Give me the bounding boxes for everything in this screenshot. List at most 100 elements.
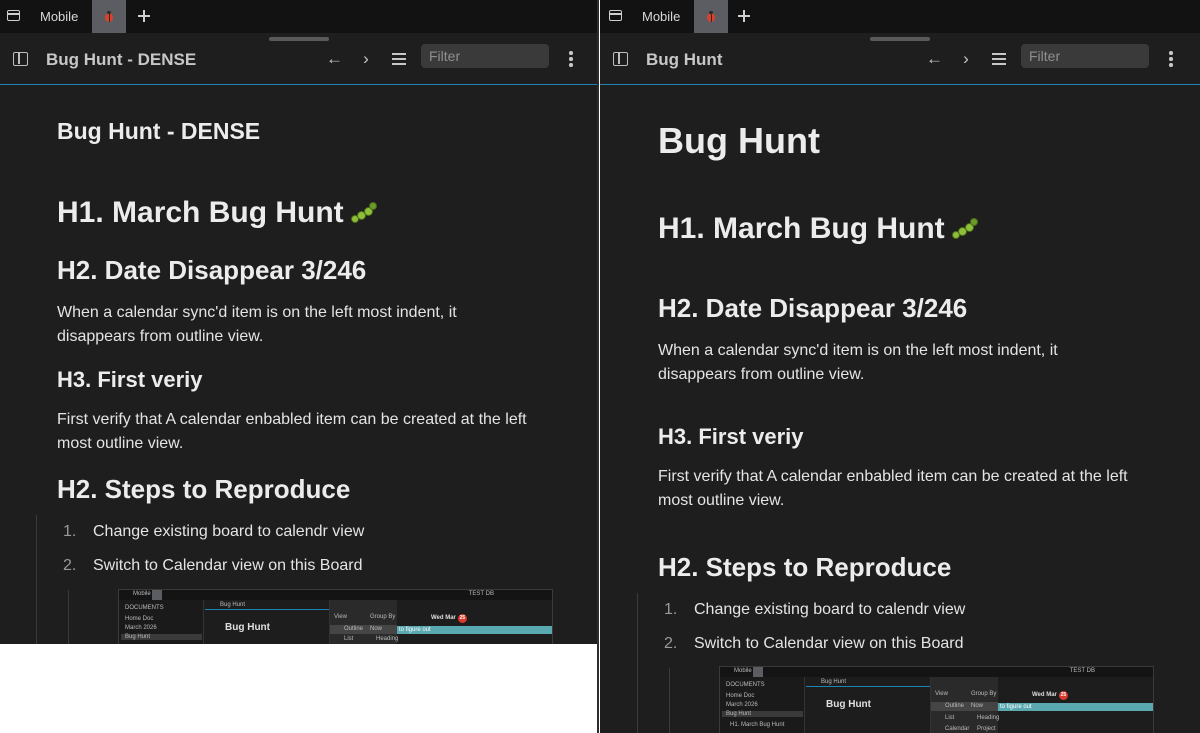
shot-doc-bar: Bug Hunt [821, 679, 847, 685]
left-pane: Mobile Bug Hunt - DENSE ← › Bug Hunt - D… [0, 0, 598, 644]
shot-doc-item: March 2026 [125, 625, 157, 631]
shot-tab-label: Mobile [133, 591, 151, 597]
tab-mobile[interactable]: Mobile [642, 9, 680, 24]
heading-2-steps: H2. Steps to Reproduce [658, 552, 952, 582]
shot-view-selected [931, 702, 998, 711]
shot-day-label: Wed Mar [1032, 692, 1057, 698]
shot-doc-title: Bug Hunt [826, 699, 871, 710]
shot-view-name: Calendar [945, 726, 970, 732]
heading-1: H1. March Bug Hunt [658, 212, 979, 246]
shot-doc-item: Home Doc [726, 693, 755, 699]
outline-list-icon[interactable] [392, 53, 406, 65]
tab-bug-hunt[interactable] [694, 0, 728, 33]
paragraph-verify: First verify that A calendar enbabled it… [57, 411, 527, 452]
shot-db-label: TEST DB [1069, 668, 1095, 674]
list-item[interactable]: 2. Switch to Calendar view on this Board [63, 557, 362, 575]
page-title: Bug Hunt - DENSE [57, 118, 261, 144]
doc-toolbar: Bug Hunt - DENSE ← › [0, 33, 598, 85]
new-tab-icon[interactable] [138, 9, 150, 23]
shot-doc: Bug Hunt Bug Hunt [205, 600, 329, 644]
shot-doc-item: H1. March Bug Hunt [730, 722, 785, 728]
drag-handle[interactable] [870, 37, 930, 41]
list-item-text: Change existing board to calendr view [93, 523, 365, 540]
shot-doc-item: Bug Hunt [121, 634, 202, 640]
shot-view-group: Heading [376, 636, 399, 642]
drag-handle[interactable] [269, 37, 329, 41]
list-number: 1. [63, 523, 77, 540]
shot-calendar: Wed Mar 25 to figure out [397, 600, 552, 644]
new-tab-icon[interactable] [738, 9, 750, 23]
filter-input[interactable] [1021, 44, 1149, 68]
more-menu-icon[interactable] [1169, 51, 1173, 67]
paragraph-date: When a calendar sync'd item is on the le… [57, 304, 457, 345]
pane-divider [597, 0, 599, 733]
right-pane: Mobile Bug Hunt ← › Bug Hunt H1. March B… [600, 0, 1200, 733]
tab-bug-hunt[interactable] [92, 0, 126, 33]
caterpillar-icon [951, 217, 979, 243]
shot-doc-title: Bug Hunt [225, 622, 270, 633]
doc-title: Bug Hunt - DENSE [46, 50, 197, 69]
list-number: 2. [63, 557, 77, 574]
heading-1: H1. March Bug Hunt [57, 196, 378, 230]
sidebar-toggle-icon[interactable] [13, 52, 28, 66]
shot-tab-label: Mobile [734, 668, 752, 674]
shot-view-selected [330, 625, 397, 634]
outline-list-icon[interactable] [992, 53, 1006, 65]
back-arrow-icon[interactable]: ← [326, 50, 343, 68]
heading-2-date: H2. Date Disappear 3/246 [57, 255, 367, 285]
page-title: Bug Hunt [658, 120, 820, 161]
shot-sidebar: DOCUMENTS Home Doc March 2026 Bug Hunt H… [720, 677, 805, 733]
indent-guide [36, 515, 37, 644]
shot-day-label: Wed Mar [431, 615, 456, 621]
forward-chevron-icon[interactable]: › [358, 50, 374, 68]
list-item[interactable]: 2. Switch to Calendar view on this Board [664, 635, 963, 653]
shot-group-header: Group By [370, 614, 396, 620]
heading-3-verify: H3. First veriy [57, 367, 203, 392]
shot-tab-active [753, 667, 763, 677]
shot-view-name: Outline [945, 703, 965, 709]
shot-views: View Group By Outline Now List Heading C… [930, 677, 1000, 733]
doc-title: Bug Hunt [646, 50, 723, 69]
more-menu-icon[interactable] [569, 51, 573, 67]
shot-doc-item: Bug Hunt [722, 711, 803, 717]
shot-views: View Group By Outline Now List Heading [329, 600, 399, 644]
window-icon[interactable] [609, 10, 622, 21]
shot-calendar: Wed Mar 25 to figure out [998, 677, 1153, 733]
shot-sidebar: DOCUMENTS Home Doc March 2026 Bug Hunt [119, 600, 204, 644]
doc-toolbar: Bug Hunt ← › [600, 33, 1200, 85]
ladybug-icon [706, 11, 716, 22]
shot-day-badge: 25 [457, 614, 467, 623]
shot-doc-bar: Bug Hunt [220, 602, 246, 608]
forward-chevron-icon[interactable]: › [958, 50, 974, 68]
list-number: 1. [664, 601, 678, 618]
tab-strip: Mobile [0, 0, 598, 33]
paragraph-date: When a calendar sync'd item is on the le… [658, 342, 1058, 383]
window-icon[interactable] [7, 10, 20, 21]
shot-view-header: View [935, 691, 948, 697]
shot-view-header: View [334, 614, 347, 620]
list-item[interactable]: 1. Change existing board to calendr view [63, 523, 364, 541]
paragraph-verify: First verify that A calendar enbabled it… [658, 468, 1128, 509]
list-item-text: Switch to Calendar view on this Board [93, 557, 363, 574]
list-number: 2. [664, 635, 678, 652]
indent-guide [637, 593, 638, 733]
heading-2-steps: H2. Steps to Reproduce [57, 474, 351, 504]
tab-mobile[interactable]: Mobile [40, 9, 78, 24]
list-item[interactable]: 1. Change existing board to calendr view [664, 601, 965, 619]
sidebar-toggle-icon[interactable] [613, 52, 628, 66]
shot-doc-item: March 2026 [726, 702, 758, 708]
heading-3-verify: H3. First veriy [658, 424, 804, 449]
heading-1-text: H1. March Bug Hunt [57, 196, 344, 229]
back-arrow-icon[interactable]: ← [926, 50, 943, 68]
shot-tab-active [152, 590, 162, 600]
embedded-screenshot: Mobile TEST DB DOCUMENTS Home Doc March 2… [719, 666, 1154, 733]
shot-event: to figure out [397, 626, 552, 634]
shot-db-label: TEST DB [468, 591, 494, 597]
filter-input[interactable] [421, 44, 549, 68]
shot-view-group: Heading [977, 715, 1000, 721]
heading-2-date: H2. Date Disappear 3/246 [658, 293, 968, 323]
shot-group-header: Group By [971, 691, 997, 697]
shot-doc: Bug Hunt Bug Hunt [806, 677, 930, 733]
heading-1-text: H1. March Bug Hunt [658, 212, 945, 245]
shot-view-group: Now [370, 626, 383, 632]
